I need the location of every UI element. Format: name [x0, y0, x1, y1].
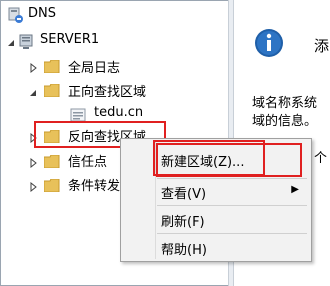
menu-item-label: 查看(V) [161, 187, 207, 202]
collapsed-arrow-icon[interactable] [28, 182, 38, 192]
menu-separator [157, 205, 307, 206]
folder-icon [44, 84, 60, 97]
tree-label-dns: DNS [28, 6, 56, 21]
folder-icon [44, 60, 60, 73]
folder-icon [44, 155, 60, 168]
menu-item-refresh[interactable]: 刷新(F) [121, 207, 311, 231]
dns-server-icon [8, 7, 23, 23]
collapsed-arrow-icon[interactable] [28, 158, 38, 168]
tree-label-server1: SERVER1 [40, 32, 100, 47]
collapsed-arrow-icon[interactable] [28, 63, 38, 73]
tree-label-tedu-cn: tedu.cn [94, 105, 144, 120]
details-trailing-text: 个 [314, 151, 328, 166]
folder-icon [44, 179, 60, 192]
highlight-box-menu-top [153, 140, 265, 176]
info-icon [255, 29, 283, 57]
menu-item-help[interactable]: 帮助(H) [121, 235, 311, 259]
details-title: 添 [314, 37, 330, 55]
expanded-arrow-icon[interactable] [28, 88, 38, 98]
details-desc-line2: 域的信息。 [252, 114, 318, 129]
submenu-arrow-icon: ▶ [291, 184, 299, 195]
server-icon [19, 34, 33, 49]
tree-label-trust-points: 信任点 [68, 155, 108, 170]
menu-item-label: 刷新(F) [161, 215, 205, 230]
details-desc-line1: 域名称系统 [252, 96, 318, 111]
expanded-arrow-icon[interactable] [6, 38, 16, 48]
tree-label-global-logs: 全局日志 [68, 61, 121, 76]
menu-separator [157, 233, 307, 234]
tree-label-forward-zones: 正向查找区域 [68, 85, 147, 100]
menu-item-label: 帮助(H) [161, 243, 207, 258]
menu-item-view[interactable]: 查看(V) ▶ [121, 179, 311, 203]
